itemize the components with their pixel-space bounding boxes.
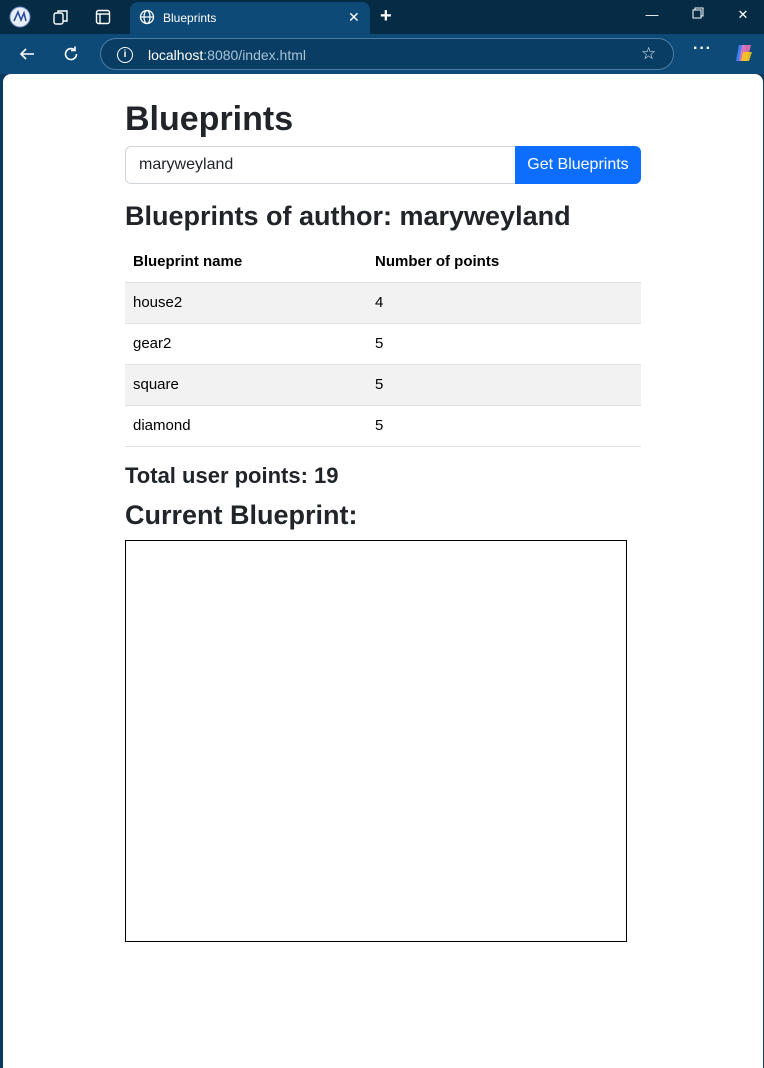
blueprint-name: gear2	[125, 323, 367, 365]
table-header-row: Blueprint name Number of points	[125, 242, 641, 283]
current-blueprint-heading: Current Blueprint:	[125, 500, 358, 530]
back-arrow-icon[interactable]	[15, 42, 39, 66]
browser-title-bar: Blueprints ✕ + — ✕	[0, 0, 764, 34]
get-blueprints-button[interactable]: Get Blueprints	[515, 146, 641, 184]
blueprint-points: 5	[367, 323, 641, 365]
blueprint-name: diamond	[125, 405, 367, 447]
globe-icon	[136, 6, 158, 28]
tab-blueprints[interactable]: Blueprints ✕	[130, 2, 370, 34]
page-viewport: Blueprints Get Blueprints Blueprints of …	[3, 74, 763, 1068]
column-header-name: Blueprint name	[125, 242, 367, 283]
info-icon[interactable]: i	[117, 47, 133, 63]
blueprint-points: 4	[367, 282, 641, 324]
table-row[interactable]: house2 4	[125, 282, 641, 324]
address-bar[interactable]: i localhost:8080/index.html ☆	[100, 38, 674, 70]
url-text: localhost:8080/index.html	[148, 47, 306, 63]
blueprint-name: house2	[125, 282, 367, 324]
copilot-icon[interactable]	[733, 42, 755, 64]
tab-actions-icon[interactable]	[92, 6, 114, 28]
table-row[interactable]: diamond 5	[125, 405, 641, 447]
workspaces-icon[interactable]	[50, 6, 72, 28]
tab-title: Blueprints	[163, 11, 217, 25]
author-search-group: Get Blueprints	[125, 146, 641, 184]
minimize-icon[interactable]: —	[642, 7, 662, 22]
blueprint-points: 5	[367, 364, 641, 406]
author-heading: Blueprints of author: maryweyland	[125, 201, 571, 231]
table-row[interactable]: square 5	[125, 364, 641, 406]
column-header-points: Number of points	[367, 242, 641, 283]
close-icon[interactable]: ✕	[348, 9, 360, 26]
total-points: Total user points: 19	[125, 463, 339, 488]
blueprint-points: 5	[367, 405, 641, 447]
table-row[interactable]: gear2 5	[125, 323, 641, 365]
blueprint-name: square	[125, 364, 367, 406]
profile-avatar-icon[interactable]	[9, 6, 31, 28]
refresh-icon[interactable]	[59, 42, 83, 66]
star-icon[interactable]: ☆	[641, 44, 656, 64]
browser-toolbar: i localhost:8080/index.html ☆ ···	[0, 34, 764, 74]
plus-icon[interactable]: +	[380, 5, 392, 28]
blueprints-table: Blueprint name Number of points house2 4…	[125, 242, 641, 447]
more-icon[interactable]: ···	[693, 40, 712, 58]
restore-icon[interactable]	[688, 7, 708, 22]
page-title: Blueprints	[125, 100, 294, 138]
author-input[interactable]	[125, 146, 516, 184]
blueprint-canvas[interactable]	[125, 540, 627, 942]
window-close-icon[interactable]: ✕	[733, 7, 753, 23]
